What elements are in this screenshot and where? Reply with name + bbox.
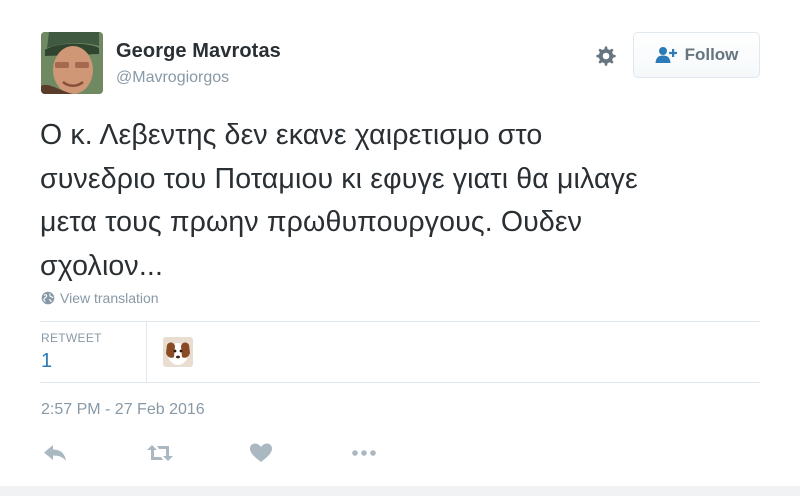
- tweet-card: George Mavrotas @Mavrogiorgos Follow Ο κ…: [0, 0, 800, 496]
- follow-label: Follow: [684, 45, 739, 64]
- tweet-stats: RETWEET 1: [40, 321, 760, 383]
- user-display-name[interactable]: George Mavrotas: [116, 40, 281, 63]
- view-translation-link[interactable]: View translation: [41, 290, 159, 306]
- gear-icon[interactable]: [592, 43, 618, 69]
- retweeter-avatar[interactable]: [163, 337, 193, 367]
- follow-button[interactable]: Follow: [633, 32, 760, 78]
- tweet-actions: [40, 438, 440, 468]
- tweet-text: Ο κ. Λεβεντης δεν εκανε χαιρετισμο στο σ…: [40, 114, 780, 288]
- view-translation-label: View translation: [60, 290, 159, 306]
- retweet-stat-label: RETWEET: [41, 331, 102, 345]
- retweet-count[interactable]: 1: [41, 350, 52, 373]
- tweet-timestamp[interactable]: 2:57 PM - 27 Feb 2016: [41, 401, 205, 419]
- avatar-image: [41, 32, 103, 94]
- tweet-text-line: Ο κ. Λεβεντης δεν εκανε χαιρετισμο στο: [40, 119, 543, 151]
- reply-icon[interactable]: [40, 438, 72, 468]
- globe-icon: [41, 291, 55, 305]
- add-user-icon: [655, 47, 677, 63]
- user-handle[interactable]: @Mavrogiorgos: [116, 69, 229, 87]
- user-avatar[interactable]: [41, 32, 103, 94]
- tweet-text-line: σχολιον...: [40, 249, 164, 282]
- more-dots-icon[interactable]: [348, 438, 380, 468]
- tweet-text-line: μετα τους πρωην πρωθυπουργους. Ουδεν: [40, 206, 583, 238]
- tweet-text-line: συνεδριο του Ποταμιου κι εφυγε γιατι θα …: [40, 162, 638, 195]
- stats-divider: [146, 322, 147, 382]
- heart-icon[interactable]: [245, 438, 277, 468]
- footer-band: [0, 486, 800, 496]
- retweet-icon[interactable]: [144, 438, 176, 468]
